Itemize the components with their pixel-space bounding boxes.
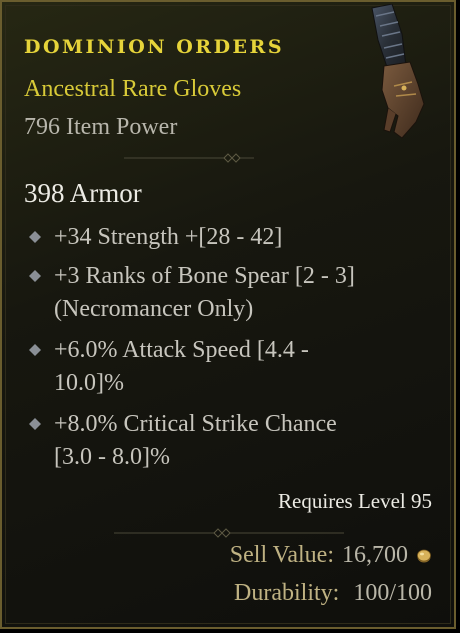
glove-icon xyxy=(371,4,425,139)
sell-value: Sell Value: 16,700 xyxy=(230,542,432,569)
gold-coin-icon xyxy=(417,549,431,562)
item-type: Ancestral Rare Gloves xyxy=(24,76,242,102)
affix-text-4b: [3.0 - 8.0]% xyxy=(54,444,170,470)
diamond-bullet-icon xyxy=(29,270,41,282)
sell-value-label: Sell Value: xyxy=(229,542,334,568)
diamond-bullet-icon xyxy=(29,418,41,430)
divider-bottom xyxy=(114,528,344,538)
affix-text-1: +34 Strength +[28 - 42] xyxy=(54,224,283,250)
affix-text-3a: +6.0% Attack Speed [4.4 - xyxy=(54,337,309,363)
durability-value: 100/100 xyxy=(353,580,432,606)
affix-text-3b: 10.0]% xyxy=(54,370,124,396)
item-tooltip: DOMINION ORDERS Ancestral Rare Gloves 79… xyxy=(0,0,456,629)
item-name: DOMINION ORDERS xyxy=(24,36,285,58)
diamond-bullet-icon xyxy=(29,344,41,356)
affix-text-2b: (Necromancer Only) xyxy=(54,296,254,322)
diamond-bullet-icon xyxy=(29,231,41,243)
sell-value-amount: 16,700 xyxy=(342,542,408,568)
armor-stat: 398 Armor xyxy=(24,178,142,208)
affix-text-4a: +8.0% Critical Strike Chance xyxy=(54,411,337,437)
divider-top xyxy=(124,153,254,163)
affix-text-2a: +3 Ranks of Bone Spear [2 - 3] xyxy=(54,263,355,289)
durability: Durability: 100/100 xyxy=(234,580,432,607)
required-level: Requires Level 95 xyxy=(278,489,432,513)
durability-label: Durability: xyxy=(234,580,340,606)
item-power: 796 Item Power xyxy=(24,114,178,140)
